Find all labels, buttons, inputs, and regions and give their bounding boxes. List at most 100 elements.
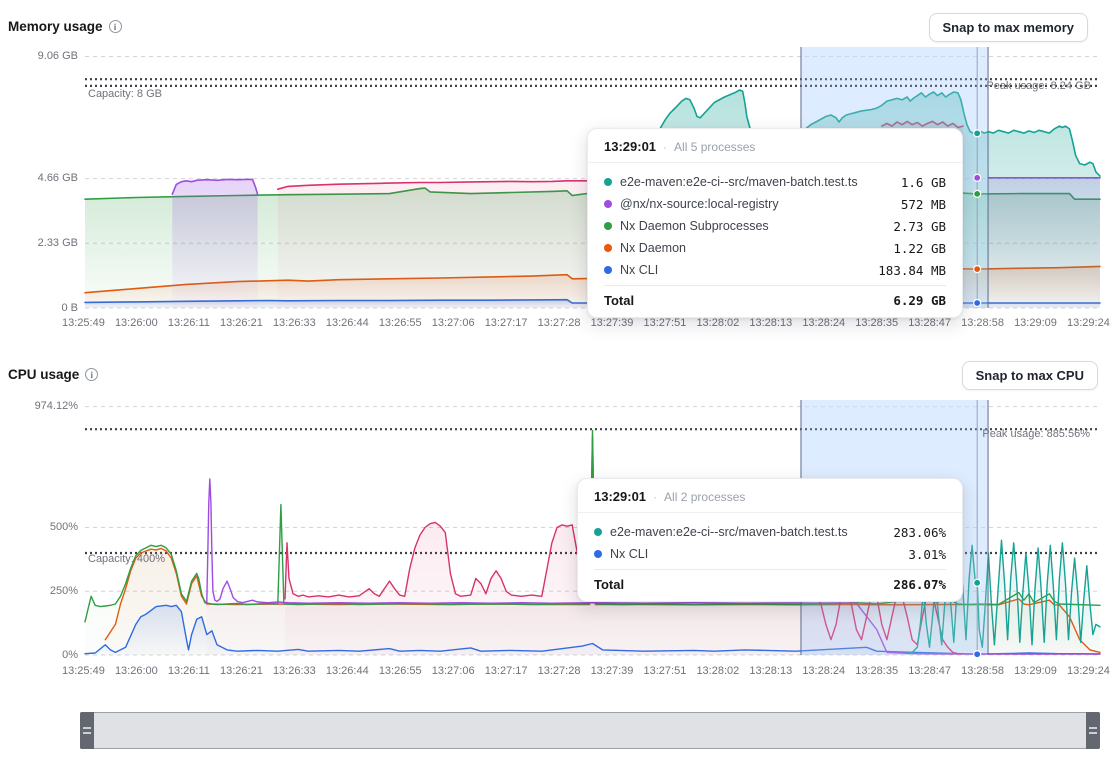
x-axis-tick-label: 13:28:47 xyxy=(908,665,951,677)
x-axis-tick-label: 13:26:21 xyxy=(220,317,263,329)
tooltip-process-row: e2e-maven:e2e-ci--src/maven-batch.test.t… xyxy=(604,171,946,193)
x-axis-tick-label: 13:27:51 xyxy=(644,317,687,329)
series-color-dot-icon xyxy=(594,550,602,558)
memory-capacity-label: Capacity: 8 GB xyxy=(88,88,162,100)
process-value: 1.6 GB xyxy=(901,175,946,190)
process-value: 2.73 GB xyxy=(893,219,946,234)
memory-peak-label: Peak usage: 8.24 GB xyxy=(986,80,1091,92)
x-axis-tick-label: 13:28:02 xyxy=(696,665,739,677)
tooltip-process-row: Nx Daemon 1.22 GB xyxy=(604,237,946,259)
tooltip-process-row: e2e-maven:e2e-ci--src/maven-batch.test.t… xyxy=(594,521,946,543)
x-axis-tick-label: 13:26:55 xyxy=(379,317,422,329)
process-name: @nx/nx-source:local-registry xyxy=(620,197,893,211)
y-axis-tick-label: 974.12% xyxy=(35,400,78,412)
x-axis-tick-label: 13:28:13 xyxy=(749,665,792,677)
x-axis-tick-label: 13:25:49 xyxy=(62,317,105,329)
y-axis-tick-label: 2.33 GB xyxy=(38,237,78,249)
series-color-dot-icon xyxy=(604,200,612,208)
tooltip-process-row: Nx CLI183.84 MB xyxy=(604,259,946,281)
x-axis-tick-label: 13:28:24 xyxy=(802,665,845,677)
x-axis-tick-label: 13:26:00 xyxy=(115,317,158,329)
x-axis-tick-label: 13:26:33 xyxy=(273,665,316,677)
x-axis-tick-label: 13:29:24 xyxy=(1067,317,1110,329)
timeline-brush[interactable] xyxy=(80,712,1100,749)
series-color-dot-icon xyxy=(604,244,612,252)
y-axis-tick-label: 9.06 GB xyxy=(38,50,78,62)
cpu-usage-title: CPU usage xyxy=(8,367,79,382)
snap-to-max-memory-button[interactable]: Snap to max memory xyxy=(929,13,1089,42)
x-axis-tick-label: 13:27:17 xyxy=(485,665,528,677)
x-axis-tick-label: 13:27:39 xyxy=(591,317,634,329)
memory-tooltip: 13:29:01 · All 5 processes e2e-maven:e2e… xyxy=(587,128,963,318)
memory-y-axis: 9.06 GB4.66 GB2.33 GB0 B xyxy=(0,47,78,308)
cpu-x-axis: 13:25:49 13:26:00 13:26:11 13:26:21 13:26:33… xyxy=(62,665,1110,677)
x-axis-tick-label: 13:29:09 xyxy=(1014,317,1057,329)
process-name: Nx Daemon Subprocesses xyxy=(620,219,885,233)
process-value: 1.22 GB xyxy=(893,241,946,256)
x-axis-tick-label: 13:26:11 xyxy=(168,317,210,329)
drag-handle-icon xyxy=(1089,727,1097,734)
cpu-peak-label: Peak usage: 885.56% xyxy=(982,428,1090,440)
x-axis-tick-label: 13:26:00 xyxy=(115,665,158,677)
tooltip-process-row: @nx/nx-source:local-registry 572 MB xyxy=(604,193,946,215)
dot-separator: · xyxy=(653,490,657,504)
x-axis-tick-label: 13:28:58 xyxy=(961,665,1004,677)
x-axis-tick-label: 13:26:44 xyxy=(326,317,369,329)
x-axis-tick-label: 13:28:58 xyxy=(961,317,1004,329)
process-name: Nx CLI xyxy=(610,547,900,561)
x-axis-tick-label: 13:29:09 xyxy=(1014,665,1057,677)
cpu-tooltip: 13:29:01 · All 2 processes e2e-maven:e2e… xyxy=(577,478,963,602)
process-value: 183.84 MB xyxy=(878,263,946,278)
process-name: e2e-maven:e2e-ci--src/maven-batch.test.t… xyxy=(610,525,885,539)
x-axis-tick-label: 13:26:21 xyxy=(220,665,263,677)
memory-info-icon[interactable]: i xyxy=(109,20,122,33)
x-axis-tick-label: 13:26:55 xyxy=(379,665,422,677)
x-axis-tick-label: 13:28:35 xyxy=(855,665,898,677)
drag-handle-icon xyxy=(83,727,91,734)
x-axis-tick-label: 13:28:24 xyxy=(802,317,845,329)
hover-marker-blue xyxy=(974,300,981,307)
cpu-tooltip-total-label: Total xyxy=(594,577,624,592)
x-axis-tick-label: 13:27:28 xyxy=(538,317,581,329)
cpu-capacity-label: Capacity: 400% xyxy=(88,553,165,565)
series-color-dot-icon xyxy=(604,178,612,186)
memory-tooltip-subtitle: All 5 processes xyxy=(674,140,755,154)
memory-usage-title: Memory usage xyxy=(8,19,103,34)
memory-x-axis: 13:25:4913:26:0013:26:1113:26:2113:26:33… xyxy=(62,317,1110,329)
x-axis-tick-label: 13:26:44 xyxy=(326,665,369,677)
process-name: Nx Daemon xyxy=(620,241,885,255)
hover-marker-purple xyxy=(974,174,981,181)
x-axis-tick-label: 13:27:17 xyxy=(485,317,528,329)
x-axis-tick-label: 13:26:11 xyxy=(168,665,210,677)
y-axis-tick-label: 0 B xyxy=(61,302,78,314)
hover-marker-blue xyxy=(974,651,981,658)
series-color-dot-icon xyxy=(604,266,612,274)
cpu-tooltip-time: 13:29:01 xyxy=(594,489,646,504)
x-axis-tick-label: 13:25:49 xyxy=(62,665,105,677)
series-purple-area xyxy=(172,179,257,308)
tooltip-process-row: Nx CLI 3.01% xyxy=(594,543,946,565)
cpu-tooltip-total-value: 286.07% xyxy=(893,577,946,592)
snap-to-max-cpu-button[interactable]: Snap to max CPU xyxy=(962,361,1098,390)
process-value: 283.06% xyxy=(893,525,946,540)
process-value: 572 MB xyxy=(901,197,946,212)
brush-right-handle[interactable] xyxy=(1086,712,1100,749)
series-color-dot-icon xyxy=(604,222,612,230)
brush-left-handle[interactable] xyxy=(80,712,94,749)
memory-tooltip-total-label: Total xyxy=(604,293,634,308)
cpu-y-axis: 974.12%500%250%0% xyxy=(0,400,78,655)
cpu-tooltip-subtitle: All 2 processes xyxy=(664,490,745,504)
x-axis-tick-label: 13:27:39 xyxy=(591,665,634,677)
x-axis-tick-label: 13:27:06 xyxy=(432,317,475,329)
memory-tooltip-time: 13:29:01 xyxy=(604,139,656,154)
process-value: 3.01% xyxy=(908,547,946,562)
memory-tooltip-total-value: 6.29 GB xyxy=(893,293,946,308)
y-axis-tick-label: 500% xyxy=(50,521,78,533)
x-axis-tick-label: 13:29:24 xyxy=(1067,665,1110,677)
process-name: e2e-maven:e2e-ci--src/maven-batch.test.t… xyxy=(620,175,893,189)
cpu-info-icon[interactable]: i xyxy=(85,368,98,381)
x-axis-tick-label: 13:27:06 xyxy=(432,665,475,677)
y-axis-tick-label: 4.66 GB xyxy=(38,172,78,184)
x-axis-tick-label: 13:27:51 xyxy=(644,665,687,677)
hover-marker-teal xyxy=(974,579,981,586)
